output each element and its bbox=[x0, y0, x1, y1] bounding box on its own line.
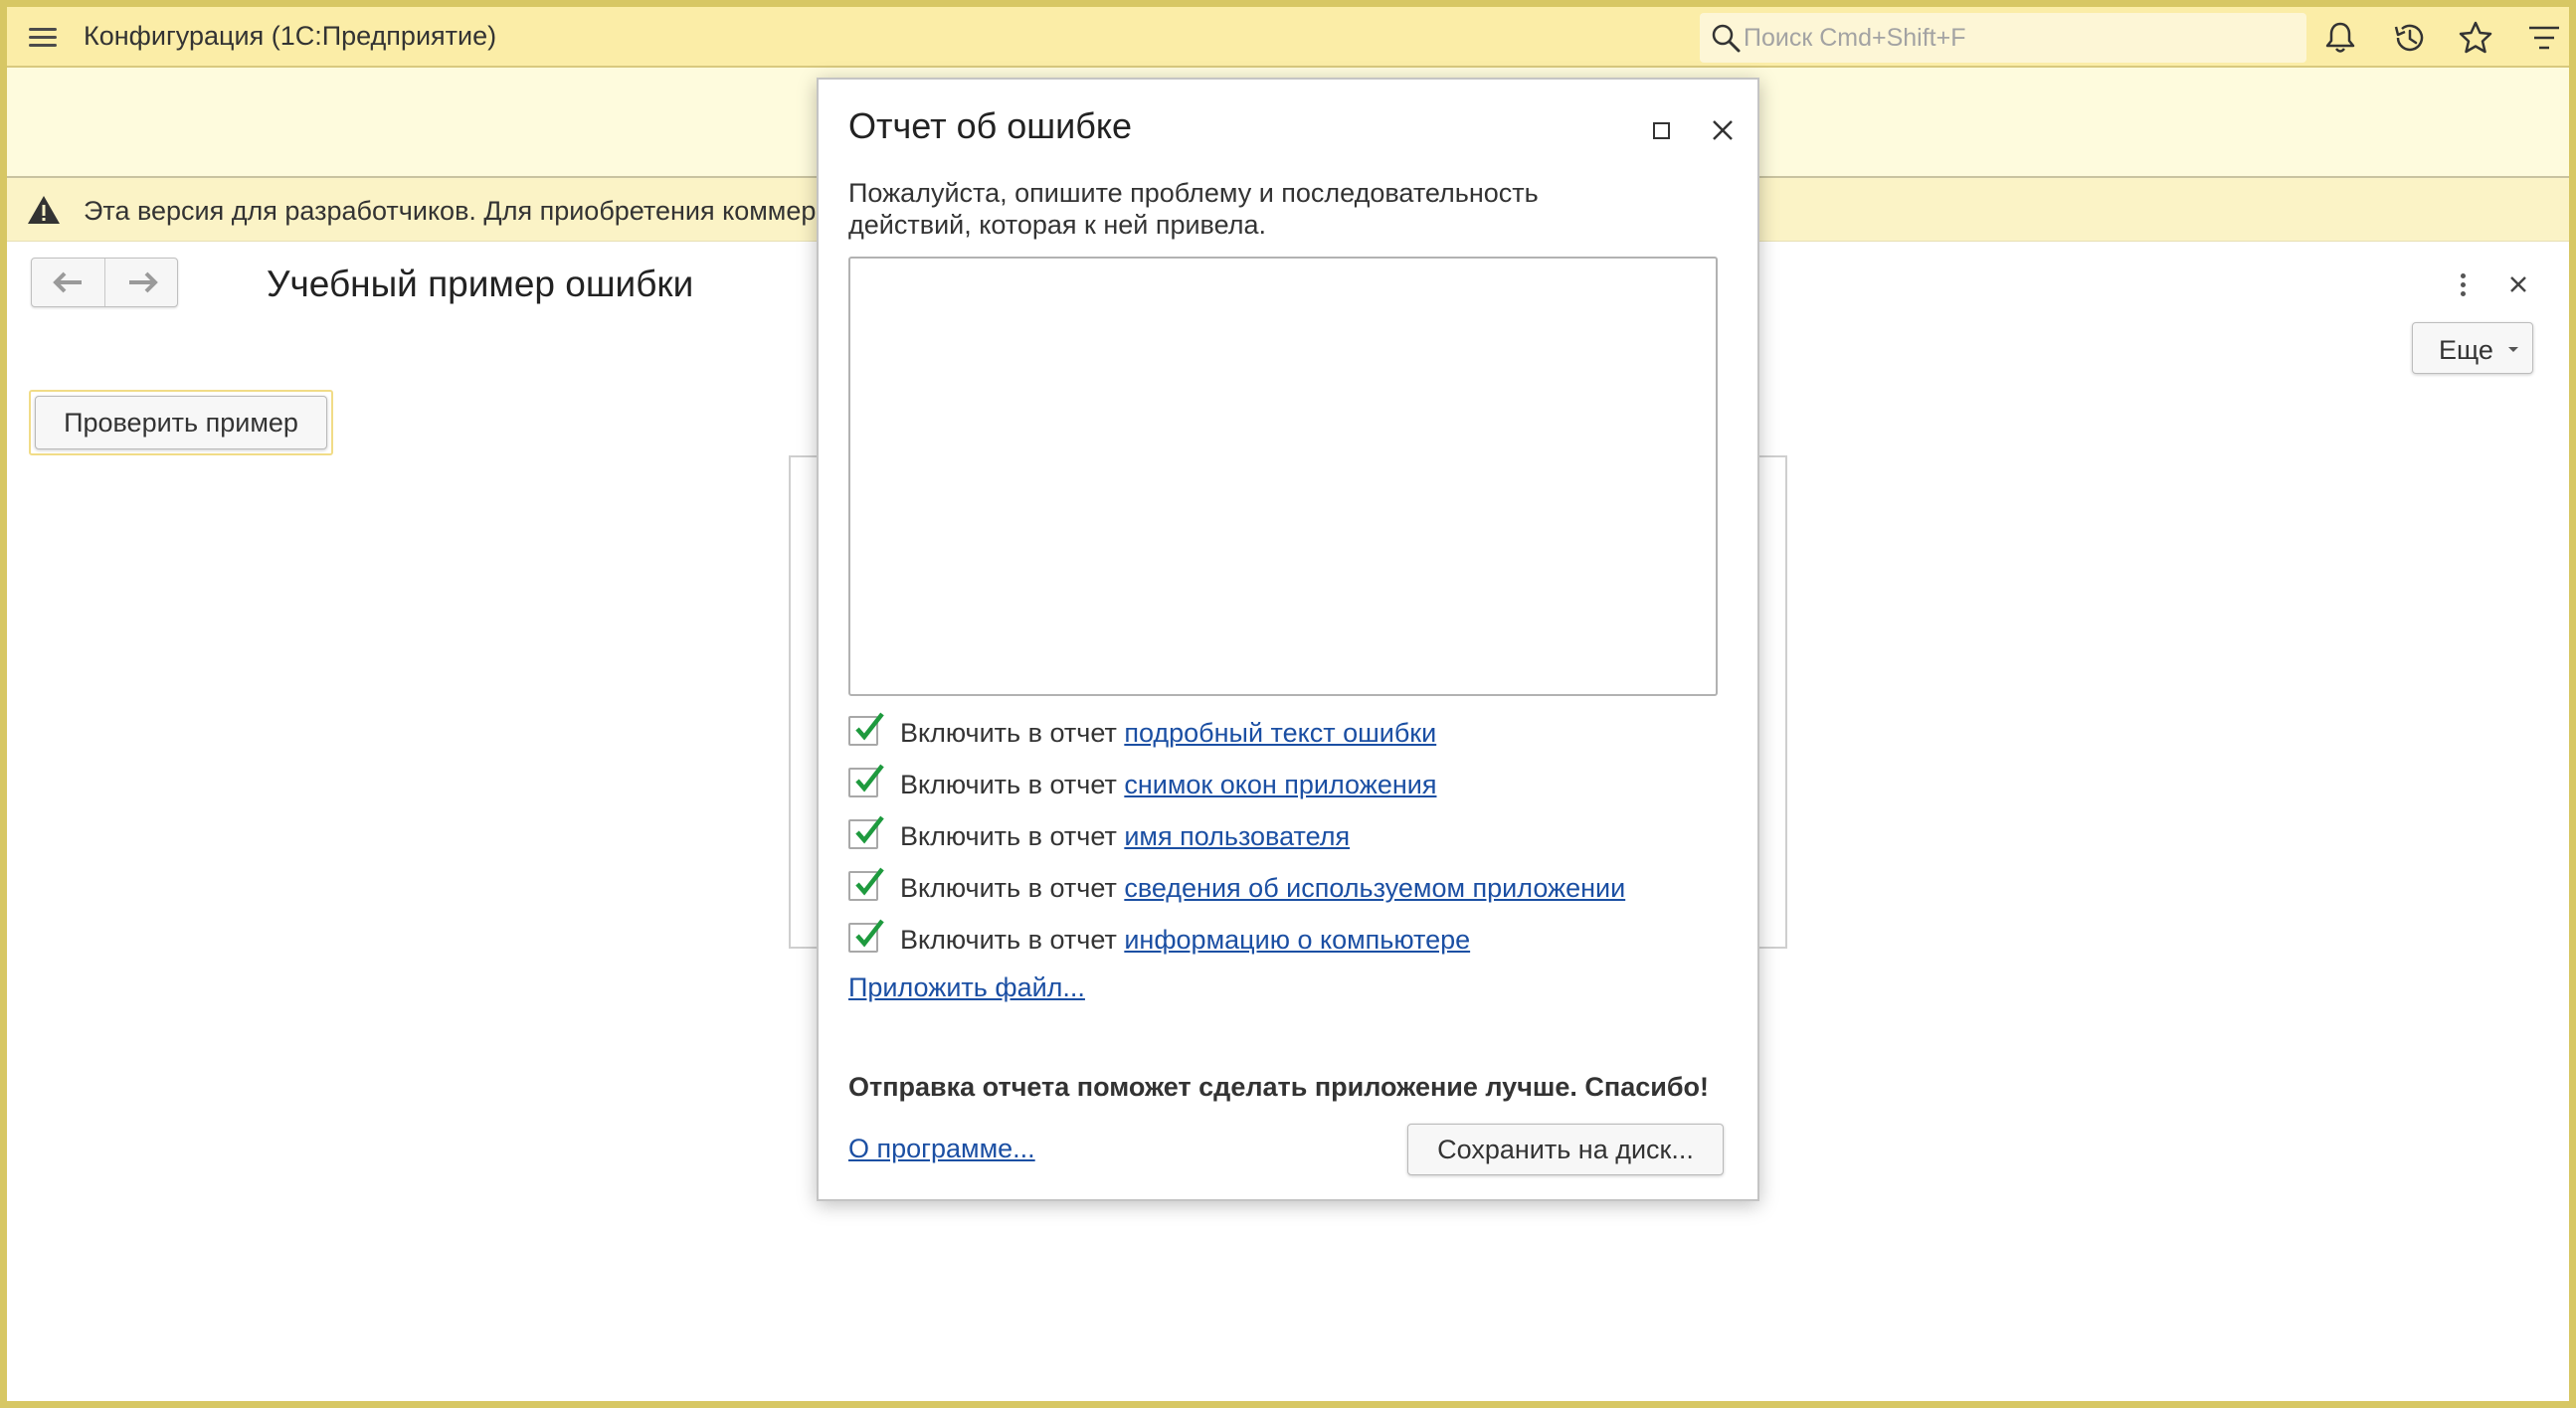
option-prefix: Включить в отчет bbox=[900, 718, 1117, 748]
navigation-buttons bbox=[31, 258, 178, 307]
option-prefix: Включить в отчет bbox=[900, 821, 1117, 851]
include-error-text-checkbox[interactable] bbox=[848, 712, 884, 746]
maximize-icon[interactable] bbox=[1644, 113, 1678, 147]
error-report-dialog: Отчет об ошибке Пожалуйста, опишите проб… bbox=[817, 78, 1759, 1201]
include-option-row: Включить в отчет снимок окон приложения bbox=[848, 764, 1724, 803]
checkmark-icon bbox=[855, 764, 884, 792]
form-title: Учебный пример ошибки bbox=[267, 264, 694, 304]
search-box[interactable] bbox=[1700, 13, 2306, 63]
app-title: Конфигурация (1С:Предприятие) bbox=[84, 21, 497, 51]
problem-description-input[interactable] bbox=[848, 257, 1718, 696]
checkmark-icon bbox=[855, 815, 884, 844]
include-option-row: Включить в отчет подробный текст ошибки bbox=[848, 712, 1724, 752]
dialog-title: Отчет об ошибке bbox=[848, 105, 1133, 146]
include-option-row: Включить в отчет имя пользователя bbox=[848, 815, 1724, 855]
menu-icon[interactable] bbox=[23, 21, 63, 55]
history-icon[interactable] bbox=[2390, 19, 2428, 57]
app-info-link[interactable]: сведения об используемом приложении bbox=[1124, 873, 1625, 903]
checkmark-icon bbox=[855, 867, 884, 896]
save-to-disk-button[interactable]: Сохранить на диск... bbox=[1407, 1124, 1724, 1175]
screenshot-link[interactable]: снимок окон приложения bbox=[1124, 770, 1436, 799]
more-button[interactable]: Еще bbox=[2412, 322, 2533, 374]
include-app-info-checkbox[interactable] bbox=[848, 867, 884, 901]
thanks-message: Отправка отчета поможет сделать приложен… bbox=[848, 1072, 1709, 1102]
app-window: Конфигурация (1С:Предприятие) Поиск Cmd+… bbox=[7, 7, 2569, 1401]
include-username-checkbox[interactable] bbox=[848, 815, 884, 849]
arrow-left-icon bbox=[53, 271, 82, 293]
option-prefix: Включить в отчет bbox=[900, 873, 1117, 903]
include-option-row: Включить в отчет сведения об используемо… bbox=[848, 867, 1724, 907]
include-option-row: Включить в отчет информацию о компьютере bbox=[848, 919, 1724, 959]
option-prefix: Включить в отчет bbox=[900, 925, 1117, 955]
error-text-link[interactable]: подробный текст ошибки bbox=[1124, 718, 1436, 748]
option-prefix: Включить в отчет bbox=[900, 770, 1117, 799]
include-screenshot-checkbox[interactable] bbox=[848, 764, 884, 797]
filter-menu-icon[interactable] bbox=[2525, 19, 2563, 57]
chevron-down-icon bbox=[2508, 347, 2518, 352]
back-button[interactable] bbox=[32, 259, 104, 306]
warning-text: Эта версия для разработчиков. Для приобр… bbox=[84, 196, 817, 226]
checkmark-icon bbox=[855, 919, 884, 948]
star-icon[interactable] bbox=[2457, 19, 2494, 57]
dialog-description: Пожалуйста, опишите проблему и последова… bbox=[848, 178, 1539, 240]
search-input[interactable] bbox=[1744, 17, 2297, 59]
include-computer-info-checkbox[interactable] bbox=[848, 919, 884, 953]
computer-info-link[interactable]: информацию о компьютере bbox=[1124, 925, 1470, 955]
checkmark-icon bbox=[855, 712, 884, 741]
close-icon[interactable] bbox=[2503, 269, 2533, 299]
username-link[interactable]: имя пользователя bbox=[1124, 821, 1350, 851]
bell-icon[interactable] bbox=[2321, 19, 2359, 57]
search-icon bbox=[1712, 24, 1741, 53]
check-button-focus: Проверить пример bbox=[29, 390, 333, 455]
forward-button[interactable] bbox=[105, 259, 178, 306]
more-actions-icon[interactable] bbox=[2448, 267, 2478, 303]
check-example-button[interactable]: Проверить пример bbox=[35, 396, 327, 449]
more-button-label: Еще bbox=[2439, 335, 2493, 365]
about-link[interactable]: О программе... bbox=[848, 1134, 1035, 1164]
arrow-right-icon bbox=[129, 271, 158, 293]
top-bar: Конфигурация (1С:Предприятие) bbox=[7, 7, 2569, 68]
close-icon[interactable] bbox=[1704, 111, 1742, 149]
attach-file-link[interactable]: Приложить файл... bbox=[848, 972, 1085, 1003]
warning-icon bbox=[28, 196, 60, 224]
